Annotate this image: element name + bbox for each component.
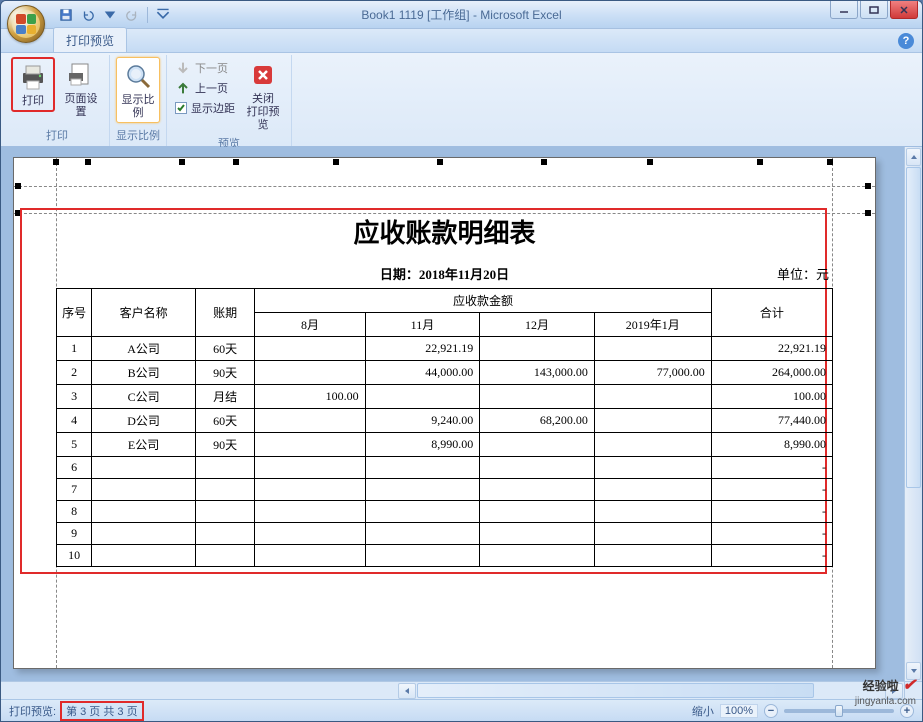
ribbon: 打印 页面设置 打印 显示比例 显	[1, 53, 922, 147]
arrow-up-icon	[175, 80, 191, 96]
qat-customize-icon[interactable]	[154, 6, 172, 24]
horizontal-scroll-row	[1, 681, 922, 699]
col-total: 合计	[711, 289, 832, 337]
zoom-value: 100%	[720, 704, 758, 718]
undo-icon[interactable]	[79, 6, 97, 24]
help-icon[interactable]: ?	[898, 33, 914, 49]
printer-icon	[17, 61, 49, 93]
table-row: 7-	[57, 479, 833, 501]
col-amount-group: 应收款金额	[255, 289, 711, 313]
window-controls	[828, 1, 918, 19]
col-m2019-1: 2019年1月	[594, 313, 711, 337]
zoom-slider[interactable]	[784, 709, 894, 713]
tab-print-preview[interactable]: 打印预览	[53, 27, 127, 52]
col-period: 账期	[195, 289, 255, 337]
minimize-button[interactable]	[830, 1, 858, 19]
report-table: 序号 客户名称 账期 应收款金额 合计 8月 11月 12月 2019年1月	[56, 288, 833, 567]
scroll-right-icon[interactable]	[885, 683, 903, 699]
table-row: 10-	[57, 545, 833, 567]
undo-dropdown-icon[interactable]	[101, 6, 119, 24]
table-row: 2B公司90天44,000.00143,000.0077,000.00264,0…	[57, 361, 833, 385]
document-content: 应收账款明细表 日期：2018年11月20日 单位：元 序号 客户名称 账期 应…	[56, 213, 833, 567]
redo-icon[interactable]	[123, 6, 141, 24]
page-setup-button[interactable]: 页面设置	[59, 57, 103, 121]
table-row: 1A公司60天22,921.1922,921.19	[57, 337, 833, 361]
vertical-scrollbar[interactable]	[904, 147, 922, 681]
ribbon-group-print: 打印 页面设置 打印	[5, 55, 110, 146]
save-icon[interactable]	[57, 6, 75, 24]
app-window: Book1 1119 [工作组] - Microsoft Excel 打印预览 …	[0, 0, 923, 722]
table-row: 4D公司60天9,240.0068,200.0077,440.00	[57, 409, 833, 433]
status-mode: 打印预览:	[9, 703, 56, 719]
table-row: 9-	[57, 523, 833, 545]
page-setup-icon	[65, 59, 97, 91]
col-m11: 11月	[365, 313, 480, 337]
office-button[interactable]	[7, 5, 45, 43]
office-logo-icon	[12, 10, 40, 38]
scroll-down-icon[interactable]	[906, 662, 921, 680]
ribbon-group-zoom: 显示比例 显示比例	[110, 55, 167, 146]
table-row: 6-	[57, 457, 833, 479]
ribbon-tabs: 打印预览 ?	[1, 29, 922, 53]
document-date: 日期：2018年11月20日	[56, 264, 833, 283]
checkbox-checked-icon	[175, 102, 187, 114]
magnifier-icon	[122, 60, 154, 92]
table-row: 5E公司90天8,990.008,990.00	[57, 433, 833, 457]
scroll-corner	[904, 682, 922, 699]
close-preview-icon	[247, 59, 279, 91]
table-row: 3C公司月结100.00100.00	[57, 385, 833, 409]
ribbon-group-preview: 下一页 上一页 显示边距 关闭 打印预览	[167, 55, 292, 146]
page-preview-area[interactable]: 应收账款明细表 日期：2018年11月20日 单位：元 序号 客户名称 账期 应…	[1, 147, 904, 681]
status-bar: 打印预览: 第 3 页 共 3 页 缩小 100% − +	[1, 699, 922, 721]
scroll-up-icon[interactable]	[906, 148, 921, 166]
preview-options: 下一页 上一页 显示边距	[173, 57, 237, 117]
table-row: 8-	[57, 501, 833, 523]
close-button[interactable]	[890, 1, 918, 19]
page: 应收账款明细表 日期：2018年11月20日 单位：元 序号 客户名称 账期 应…	[13, 157, 876, 669]
zoom-in-button[interactable]: +	[900, 704, 914, 718]
close-preview-button[interactable]: 关闭 打印预览	[241, 57, 285, 134]
zoom-out-button[interactable]: −	[764, 704, 778, 718]
title-bar: Book1 1119 [工作组] - Microsoft Excel	[1, 1, 922, 29]
zoom-button[interactable]: 显示比例	[116, 57, 160, 123]
prev-page-button[interactable]: 上一页	[173, 79, 237, 97]
show-margins-checkbox[interactable]: 显示边距	[173, 99, 237, 117]
status-page-info: 第 3 页 共 3 页	[60, 701, 144, 721]
arrow-down-icon	[175, 60, 191, 76]
zoom-label[interactable]: 缩小	[692, 703, 714, 719]
next-page-button: 下一页	[173, 59, 237, 77]
print-button[interactable]: 打印	[11, 57, 55, 112]
maximize-button[interactable]	[860, 1, 888, 19]
col-seq: 序号	[57, 289, 92, 337]
col-m8: 8月	[255, 313, 365, 337]
scroll-left-icon[interactable]	[398, 683, 416, 699]
horizontal-scrollbar[interactable]	[397, 682, 904, 699]
col-m12: 12月	[480, 313, 595, 337]
col-customer: 客户名称	[92, 289, 196, 337]
quick-access-toolbar	[57, 6, 172, 24]
document-title: 应收账款明细表	[56, 213, 833, 250]
workspace: 应收账款明细表 日期：2018年11月20日 单位：元 序号 客户名称 账期 应…	[1, 147, 922, 681]
